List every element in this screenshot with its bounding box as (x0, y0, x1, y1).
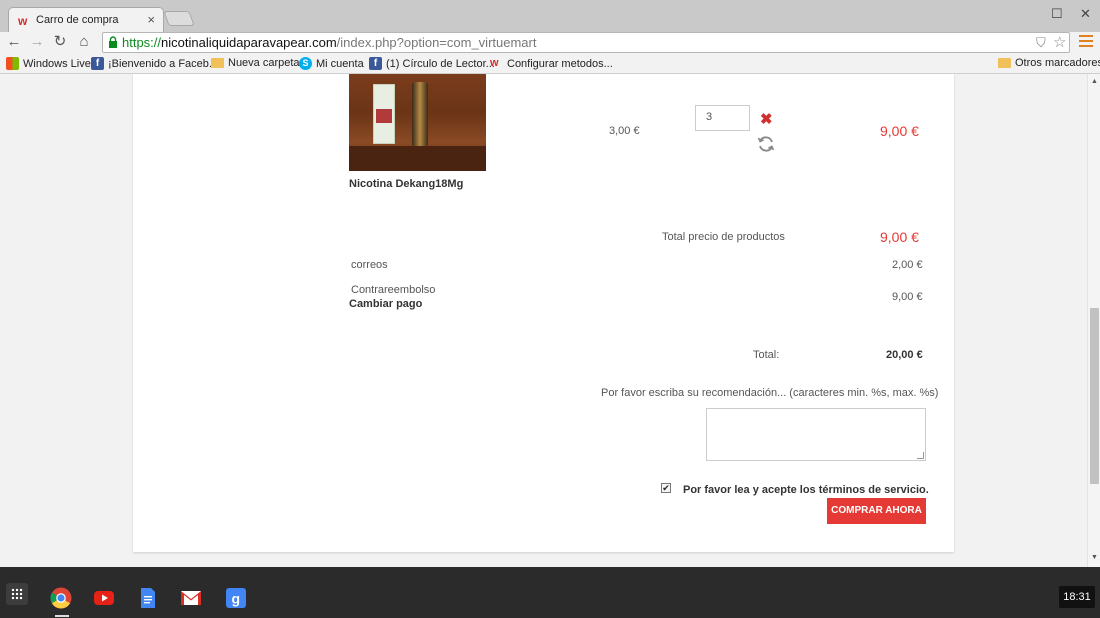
payment-method: Contrareembolso (351, 284, 436, 296)
back-icon[interactable]: ← (5, 33, 23, 51)
site-favicon-icon: w (18, 14, 28, 27)
remove-item-icon[interactable]: ✖ (760, 110, 773, 128)
line-total: 9,00 € (880, 123, 919, 139)
page-viewport: Nicotina Dekang18Mg 3,00 € 3 ✖ 9,00 € To… (0, 74, 1087, 567)
reload-icon[interactable]: ↻ (51, 33, 69, 51)
bookmark-configurar-metodos[interactable]: w Configurar metodos... (490, 57, 613, 70)
shipping-method: correos (351, 259, 388, 271)
browser-toolbar: ← → ↻ ⌂ https://nicotinaliquidaparavapea… (0, 32, 1100, 54)
tab-title: Carro de compra (36, 14, 119, 26)
shield-icon[interactable]: ⛉ (1036, 35, 1046, 51)
tab-close-icon[interactable]: × (147, 12, 155, 27)
cart-panel: Nicotina Dekang18Mg 3,00 € 3 ✖ 9,00 € To… (133, 74, 954, 552)
skype-icon: S (299, 57, 312, 70)
scroll-down-icon[interactable]: ▼ (1091, 554, 1098, 561)
scroll-up-icon[interactable]: ▲ (1091, 78, 1098, 85)
terms-label[interactable]: Por favor lea y acepte los términos de s… (683, 484, 929, 496)
bookmark-circulo-de-lectores[interactable]: f (1) Círculo de Lector... (369, 57, 495, 70)
buy-now-button[interactable]: COMPRAR AHORA (827, 498, 926, 524)
w-site-icon: w (490, 57, 499, 69)
bookmark-facebook[interactable]: f ¡Bienvenido a Faceb... (91, 57, 218, 70)
product-image[interactable] (349, 74, 486, 171)
folder-icon (998, 58, 1011, 68)
tab-strip: w Carro de compra × ☐ ✕ (0, 0, 1100, 32)
product-name[interactable]: Nicotina Dekang18Mg (349, 178, 463, 190)
svg-text:g: g (232, 591, 241, 607)
lock-icon (109, 36, 117, 48)
unit-price: 3,00 € (609, 125, 640, 137)
terms-checkbox[interactable]: ✔ (661, 483, 671, 493)
products-total-label: Total precio de productos (662, 231, 785, 243)
google-search-icon[interactable]: g (225, 587, 247, 609)
payment-price: 9,00 € (892, 291, 923, 303)
gmail-icon[interactable] (180, 587, 202, 609)
change-payment-link[interactable]: Cambiar pago (349, 298, 422, 310)
chrome-icon[interactable] (50, 587, 72, 609)
youtube-icon[interactable] (93, 587, 115, 609)
address-bar[interactable]: https://nicotinaliquidaparavapear.com/in… (102, 32, 1070, 53)
shipping-price: 2,00 € (892, 259, 923, 271)
total-label: Total: (753, 349, 780, 361)
svg-text:w: w (18, 14, 28, 27)
home-icon[interactable]: ⌂ (75, 33, 93, 51)
system-clock[interactable]: 18:31 (1059, 586, 1095, 608)
facebook-icon: f (91, 57, 104, 70)
new-tab-button[interactable] (163, 11, 195, 26)
windows-icon (6, 57, 19, 70)
os-shelf: g 18:31 (0, 567, 1100, 618)
grid-icon (11, 588, 23, 600)
active-app-indicator (55, 615, 69, 617)
total-value: 20,00 € (886, 349, 923, 361)
bookmark-nueva-carpeta[interactable]: Nueva carpeta (211, 57, 300, 69)
forward-icon[interactable]: → (28, 33, 46, 51)
facebook-icon: f (369, 57, 382, 70)
bookmark-mi-cuenta[interactable]: S Mi cuenta (299, 57, 364, 70)
comment-label: Por favor escriba su recomendación... (c… (601, 387, 939, 399)
chrome-menu-icon[interactable] (1079, 35, 1093, 49)
docs-icon[interactable] (137, 587, 159, 609)
bookmarks-bar: Windows Live f ¡Bienvenido a Faceb... Nu… (0, 54, 1100, 74)
tab-carro-de-compra[interactable]: w Carro de compra × (8, 7, 164, 32)
bookmark-star-icon[interactable]: ☆ (1053, 33, 1066, 51)
folder-icon (211, 58, 224, 68)
refresh-icon[interactable] (756, 134, 776, 154)
app-launcher-button[interactable] (6, 583, 28, 605)
bookmark-windows-live[interactable]: Windows Live (6, 57, 91, 70)
close-window-icon[interactable]: ✕ (1080, 6, 1091, 22)
quantity-input[interactable]: 3 (695, 105, 750, 131)
bookmark-otros-marcadores[interactable]: Otros marcadores (998, 57, 1100, 69)
maximize-icon[interactable]: ☐ (1051, 6, 1063, 22)
page-scrollbar[interactable]: ▲ ▼ (1087, 74, 1100, 567)
products-total: 9,00 € (880, 229, 919, 245)
scroll-thumb[interactable] (1090, 308, 1099, 484)
url-text: https://nicotinaliquidaparavapear.com/in… (122, 35, 537, 50)
comment-textarea[interactable] (706, 408, 926, 461)
